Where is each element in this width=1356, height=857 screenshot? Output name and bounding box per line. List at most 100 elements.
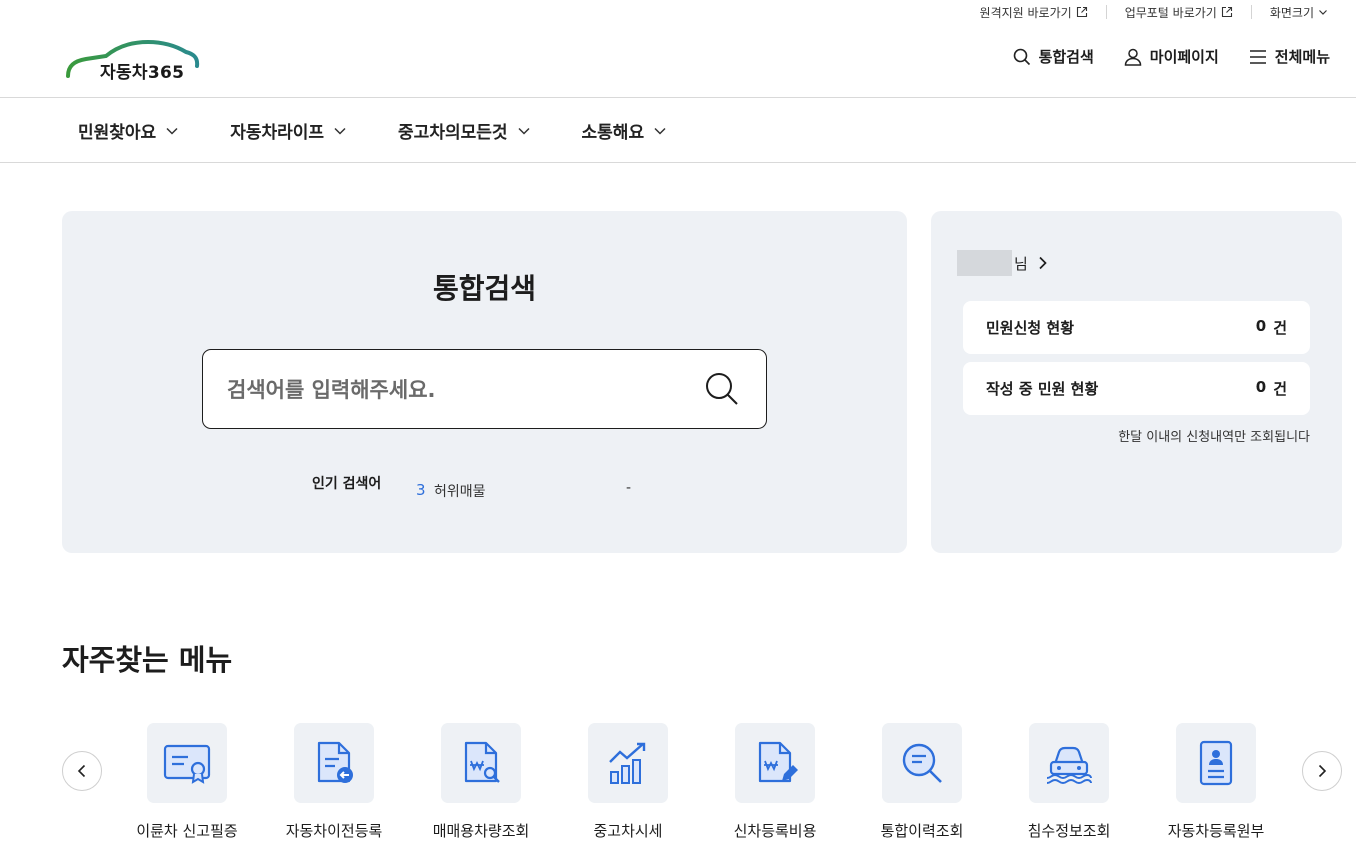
search-submit-button[interactable] (704, 371, 740, 407)
stat-card-applications[interactable]: 민원신청 현황 0 건 (963, 301, 1310, 354)
quick-menu-item[interactable]: 신차등록비용 (715, 723, 835, 841)
site-header: 자동차365 통합검색 마이페이지 전체메뉴 (0, 24, 1356, 98)
logo-text: 자동차365 (100, 63, 185, 83)
all-menu-label: 전체메뉴 (1274, 48, 1330, 66)
quick-menu-label: 통합이력조회 (880, 822, 964, 840)
all-menu-button[interactable]: 전체메뉴 (1249, 46, 1330, 67)
user-status-panel: 님 민원신청 현황 0 건 작성 중 민원 현황 0 건 한달 이내의 신청내역… (931, 211, 1342, 553)
divider (1105, 5, 1107, 19)
remote-support-link[interactable]: 원격지원 바로가기 (980, 4, 1088, 21)
stat-value: 0 건 (1256, 378, 1287, 399)
quick-menu-label: 이륜차 신고필증 (136, 822, 238, 840)
carousel-prev-button[interactable] (62, 751, 102, 791)
stat-count: 0 (1255, 378, 1267, 396)
stat-value: 0 건 (1256, 317, 1287, 338)
quick-menu-label: 침수정보조회 (1027, 822, 1111, 840)
user-icon (1124, 48, 1142, 66)
site-logo[interactable]: 자동차365 (66, 36, 201, 84)
popular-keyword-link[interactable]: 허위매물 (434, 481, 626, 501)
gnb-label: 중고차의모든것 (398, 123, 508, 143)
gnb-item-used-car[interactable]: 중고차의모든것 (398, 118, 530, 143)
quick-menu-item[interactable]: 자동차이전등록 (274, 723, 394, 841)
quick-menu-item[interactable]: 매매용차량조회 (421, 723, 541, 841)
quick-menu-icon-box (294, 723, 374, 803)
masked-user-name (957, 250, 1012, 276)
chevron-down-icon (334, 127, 346, 135)
quick-menu-icon-box (1029, 723, 1109, 803)
chevron-right-icon (1318, 764, 1327, 778)
stat-unit: 건 (1273, 380, 1287, 398)
quick-menu-label: 자동차이전등록 (285, 822, 383, 840)
certificate-icon (163, 744, 211, 784)
quick-menu-item[interactable]: 자동차등록원부 (1156, 723, 1276, 841)
main-navigation: 민원찾아요 자동차라이프 중고차의모든것 소통해요 (0, 98, 1356, 163)
gnb-label: 민원찾아요 (78, 123, 157, 143)
header-nav: 통합검색 마이페이지 전체메뉴 (1013, 46, 1330, 67)
quick-menu-icon-box (1176, 723, 1256, 803)
divider (1250, 5, 1252, 19)
search-icon (1013, 48, 1030, 65)
integrated-search-panel: 통합검색 인기 검색어 3 허위매물 - (62, 211, 907, 553)
quick-menu-item[interactable]: 통합이력조회 (862, 723, 982, 841)
registration-card-icon (1199, 740, 1233, 786)
work-portal-link[interactable]: 업무포털 바로가기 (1125, 4, 1233, 21)
hamburger-menu-icon (1249, 49, 1266, 64)
flooded-car-icon (1046, 746, 1092, 785)
mypage-button[interactable]: 마이페이지 (1124, 46, 1219, 67)
search-panel-title: 통합검색 (432, 272, 537, 305)
mypage-label: 마이페이지 (1149, 48, 1219, 66)
popular-keyword-trend: - (626, 480, 632, 496)
quick-menu-label: 매매용차량조회 (432, 822, 530, 840)
gnb-label: 자동차라이프 (230, 123, 325, 143)
gnb-item-car-life[interactable]: 자동차라이프 (230, 118, 346, 143)
frequent-menu-title: 자주찾는 메뉴 (62, 643, 233, 677)
search-input[interactable] (227, 372, 687, 408)
integrated-search-button[interactable]: 통합검색 (1013, 46, 1094, 67)
magnifier-list-icon (902, 743, 942, 783)
stat-label: 작성 중 민원 현황 (986, 380, 1099, 398)
stat-card-drafts[interactable]: 작성 중 민원 현황 0 건 (963, 362, 1310, 415)
document-pen-icon (758, 741, 798, 783)
chevron-down-icon (518, 127, 530, 135)
quick-menu-item[interactable]: 이륜차 신고필증 (127, 723, 247, 841)
quick-menu-icon-box (588, 723, 668, 803)
carousel-next-button[interactable] (1302, 751, 1342, 791)
gnb-label: 소통해요 (581, 123, 645, 143)
screen-size-label: 화면크기 (1269, 5, 1314, 20)
quick-menu-item[interactable]: 중고차시세 (568, 723, 688, 841)
quick-menu-label: 자동차등록원부 (1167, 822, 1265, 840)
external-link-icon (1221, 6, 1232, 18)
quick-menu-icon-box (882, 723, 962, 803)
user-name-link[interactable]: 님 (957, 250, 1050, 276)
stat-unit: 건 (1273, 319, 1287, 337)
stat-count: 0 (1255, 317, 1267, 335)
integrated-search-label: 통합검색 (1038, 48, 1094, 66)
quick-menu-icon-box (147, 723, 227, 803)
screen-size-toggle[interactable]: 화면크기 (1270, 4, 1328, 21)
quick-menu-item[interactable]: 침수정보조회 (1009, 723, 1129, 841)
gnb-item-communication[interactable]: 소통해요 (582, 118, 667, 143)
quick-menu-icon-box (735, 723, 815, 803)
chart-trend-icon (609, 742, 646, 784)
gnb-item-civil-service[interactable]: 민원찾아요 (78, 118, 178, 143)
chevron-down-icon (166, 127, 178, 135)
quick-menu-label: 중고차시세 (593, 822, 663, 840)
chevron-right-icon (1039, 256, 1047, 270)
search-icon (706, 373, 738, 405)
quick-menu-icon-box (441, 723, 521, 803)
external-link-icon (1076, 6, 1087, 18)
remote-support-label: 원격지원 바로가기 (979, 5, 1072, 20)
work-portal-label: 업무포털 바로가기 (1124, 5, 1217, 20)
stat-note: 한달 이내의 신청내역만 조회됩니다 (1118, 430, 1310, 445)
document-search-icon (464, 741, 500, 783)
chevron-down-icon (1319, 10, 1327, 15)
chevron-down-icon (654, 127, 666, 135)
quick-menu-label: 신차등록비용 (733, 822, 817, 840)
popular-keywords-label: 인기 검색어 (312, 476, 382, 492)
stat-label: 민원신청 현황 (986, 319, 1075, 337)
popular-keyword-rank: 3 (416, 481, 426, 499)
chevron-left-icon (77, 764, 86, 778)
popular-keywords: 인기 검색어 3 허위매물 - (312, 473, 631, 501)
search-box (202, 349, 767, 429)
utility-bar: 원격지원 바로가기 업무포털 바로가기 화면크기 (980, 0, 1356, 24)
